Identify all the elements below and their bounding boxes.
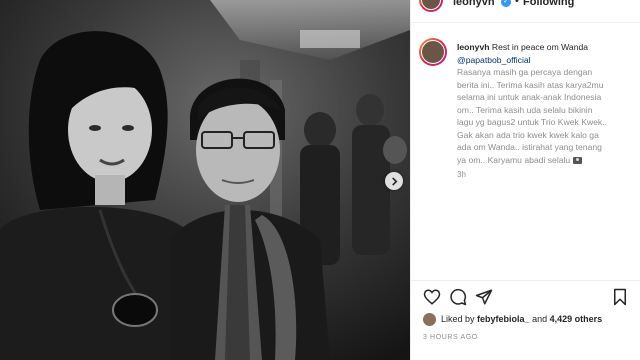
post-photo[interactable] [0,0,410,360]
caption-line: Gak akan ada trio kwek kwek kalo ga [457,129,599,140]
like-button[interactable] [423,288,441,306]
caption-time: 3h [457,170,466,179]
share-button[interactable] [475,288,493,306]
header-divider [411,22,640,23]
avatar[interactable] [419,0,443,12]
caption-lead: Rest in peace om Wanda [491,42,589,52]
comment-icon [450,288,467,306]
caption: leonyvh Rest in peace om Wanda @papatbob… [457,41,635,166]
following-button[interactable]: Following [523,0,574,8]
caption-line: lagu yg bagus2 untuk Trio Kwek Kwek.. [457,117,607,127]
caption-avatar[interactable] [419,38,447,66]
caption-line: Rasanya masih ga percaya dengan [457,67,593,77]
verified-badge-icon: ✓ [501,0,511,7]
header-username[interactable]: leonyvh [453,0,495,8]
chevron-right-icon [391,176,397,186]
liker-avatar[interactable] [423,313,436,326]
save-button[interactable] [611,288,629,306]
post-header: leonyvh ✓ • Following [411,0,640,12]
likes-count[interactable]: 4,429 others [550,314,603,324]
caption-line: ada om Wanda.. istirahat yang tenang [457,142,602,152]
caption-line: om.. Terima kasih uda selalu bikinin [457,104,593,115]
caption-mention[interactable]: @papatbob_official [457,55,531,65]
bookmark-icon [614,288,626,306]
likes-summary: Liked by febyfebiola_ and 4,429 others [441,314,602,324]
caption-line: berita ini.. Terima kasih atas karya2mu [457,79,604,90]
heart-icon [423,289,441,305]
liker-username[interactable]: febyfebiola_ [477,314,530,324]
likes-and: and [532,314,548,324]
camera-emoji-icon [572,156,582,164]
caption-line: selama ini untuk anak-anak Indonesia [457,92,602,102]
comment-button[interactable] [449,288,467,306]
actions-divider [411,280,640,281]
carousel-next-button[interactable] [385,172,403,190]
caption-username[interactable]: leonyvh [457,42,489,52]
likes-prefix: Liked by [441,314,475,324]
post-sidebar: leonyvh ✓ • Following leonyvh Rest in pe… [410,0,640,360]
post-timestamp[interactable]: 3 HOURS AGO [423,334,478,341]
separator-dot: • [515,0,519,7]
caption-line: ya om.. Karyamu abadi selalu [457,154,571,165]
share-icon [475,289,493,305]
photo-image [0,0,410,360]
